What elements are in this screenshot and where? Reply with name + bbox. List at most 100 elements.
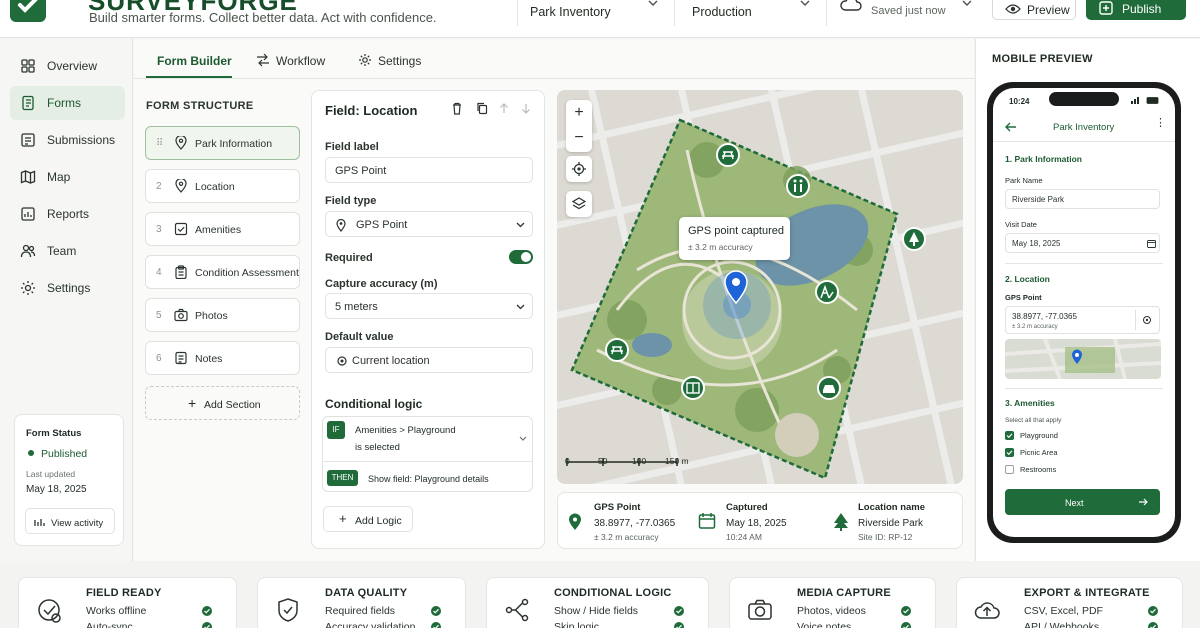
camera-icon [746, 596, 774, 624]
back-arrow-icon[interactable] [1005, 122, 1017, 132]
structure-item-label: Photos [195, 310, 228, 322]
sidebar-item-label: Overview [47, 59, 98, 73]
publish-button[interactable]: Publish [1086, 0, 1186, 20]
notes-icon [174, 351, 188, 365]
default-value-label: Default value [325, 331, 394, 343]
sidebar-item-submissions[interactable]: Submissions [10, 123, 125, 157]
feature-card-data-quality: DATA QUALITY Required fields Accuracy vali… [257, 577, 466, 628]
sidebar-item-map[interactable]: Map [10, 160, 125, 194]
sidebar-item-team[interactable]: Team [10, 234, 125, 268]
picnic-table-icon[interactable] [605, 338, 629, 362]
save-status[interactable]: Saved just now [840, 0, 980, 18]
duplicate-icon[interactable] [476, 102, 488, 115]
feature-item: CSV, Excel, PDF [1024, 605, 1103, 617]
add-section-button[interactable]: + Add Section [145, 386, 300, 420]
check-icon [431, 622, 441, 628]
restroom-icon[interactable] [786, 174, 810, 198]
drag-handle-icon[interactable]: ⠿ [156, 138, 163, 149]
amenity-option[interactable]: Playground [1005, 430, 1155, 442]
chevron-down-icon [962, 0, 972, 6]
locate-button[interactable] [566, 156, 592, 182]
park-name-input[interactable]: Riverside Park [1005, 189, 1160, 209]
sidebar-item-reports[interactable]: Reports [10, 197, 125, 231]
add-logic-button[interactable]: + Add Logic [323, 506, 413, 532]
field-type-select[interactable]: GPS Point [325, 211, 533, 237]
next-button[interactable]: Next [1005, 489, 1160, 515]
tab-form-builder[interactable]: Form Builder [146, 52, 232, 78]
view-activity-button[interactable]: View activity [25, 508, 115, 534]
select-hint: Select all that apply [1005, 417, 1062, 424]
tab-workflow[interactable]: Workflow [256, 52, 328, 78]
required-toggle[interactable] [509, 250, 533, 264]
preview-button[interactable]: Preview [992, 0, 1076, 20]
tree-icon[interactable] [902, 227, 926, 251]
sidebar-item-overview[interactable]: Overview [10, 49, 125, 83]
field-label-input[interactable]: GPS Point [325, 157, 533, 183]
environment-select[interactable]: Production [692, 0, 812, 26]
eye-icon [1005, 4, 1021, 14]
gps-info-title: GPS Point [594, 502, 641, 513]
structure-item-location[interactable]: 2 Location [145, 169, 300, 203]
more-icon[interactable]: ⋮ [1155, 118, 1166, 129]
if-tag: IF [327, 421, 345, 439]
project-select-value: Park Inventory [530, 5, 611, 19]
add-section-label: Add Section [204, 399, 261, 411]
mobile-mini-map[interactable] [1005, 339, 1161, 379]
logic-rule-card[interactable]: IF Amenities > Playground is selected TH… [322, 416, 533, 492]
layers-button[interactable] [566, 191, 592, 217]
parking-icon[interactable] [817, 376, 841, 400]
checkbox-checked[interactable] [1005, 431, 1014, 440]
add-logic-label: Add Logic [355, 515, 402, 527]
zoom-in-button[interactable]: + [566, 100, 592, 126]
gps-marker-icon[interactable] [724, 270, 748, 304]
feature-title: EXPORT & INTEGRATE [1024, 587, 1150, 599]
structure-item-amenities[interactable]: 3 Amenities [145, 212, 300, 246]
field-type-label: Field type [325, 195, 377, 207]
field-label-label: Field label [325, 141, 379, 153]
trash-icon[interactable] [451, 102, 463, 115]
check-icon [202, 622, 212, 628]
arrow-down-icon[interactable] [521, 103, 531, 114]
structure-item-park-information[interactable]: ⠿ Park Information [145, 126, 300, 160]
feature-item: Required fields [325, 605, 396, 617]
structure-item-notes[interactable]: 6 Notes [145, 341, 300, 375]
checkbox-unchecked[interactable] [1005, 465, 1014, 474]
plus-icon: + [188, 395, 197, 411]
feature-item: Accuracy validation [325, 621, 416, 628]
divider [1005, 388, 1163, 389]
structure-item-photos[interactable]: 5 Photos [145, 298, 300, 332]
zoom-out-button[interactable]: − [566, 125, 592, 151]
mobile-gps-field[interactable]: 38.8977, -77.0365 ± 3.2 m accuracy [1005, 306, 1160, 334]
park-name-value: Riverside Park [1012, 195, 1065, 204]
check-icon [674, 622, 684, 628]
default-value-input[interactable]: Current location [325, 347, 533, 373]
tab-settings[interactable]: Settings [358, 52, 424, 78]
map-icon [20, 169, 36, 185]
divider [134, 78, 974, 79]
amenity-option[interactable]: Picnic Area [1005, 447, 1155, 459]
required-label: Required [325, 252, 373, 264]
structure-item-condition-assessment[interactable]: 4 Condition Assessment [145, 255, 300, 289]
feature-card-export-integrate: EXPORT & INTEGRATE CSV, Excel, PDF API / W… [956, 577, 1183, 628]
visit-date-input[interactable]: May 18, 2025 [1005, 233, 1160, 253]
project-select[interactable]: Park Inventory [530, 0, 660, 26]
section-number: 4 [156, 267, 162, 278]
sports-field-icon[interactable] [681, 376, 705, 400]
picnic-table-icon[interactable] [716, 143, 740, 167]
location-name-title: Location name [858, 502, 926, 513]
accuracy-select[interactable]: 5 meters [325, 293, 533, 319]
sidebar-item-forms[interactable]: Forms [10, 86, 125, 120]
mobile-section-3: 3. Amenities [1005, 398, 1055, 408]
mobile-locate-button[interactable] [1135, 310, 1157, 330]
arrow-up-icon[interactable] [499, 103, 509, 114]
visit-date-value: May 18, 2025 [1012, 239, 1061, 248]
checkbox-checked[interactable] [1005, 448, 1014, 457]
map-view[interactable] [557, 90, 963, 484]
next-label: Next [1065, 498, 1084, 508]
mobile-gps-accuracy: ± 3.2 m accuracy [1012, 324, 1058, 330]
divider [993, 141, 1175, 142]
save-status-text: Saved just now [871, 5, 946, 17]
sidebar-item-settings[interactable]: Settings [10, 271, 125, 305]
playground-icon[interactable] [815, 280, 839, 304]
amenity-option[interactable]: Restrooms [1005, 464, 1155, 476]
